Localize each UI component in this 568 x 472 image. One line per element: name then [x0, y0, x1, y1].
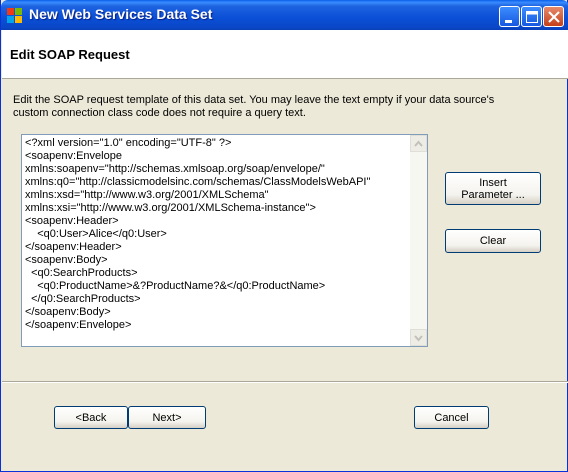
- maximize-icon: [526, 11, 538, 23]
- page-title: Edit SOAP Request: [10, 47, 130, 62]
- editor-line: </soapenv:Envelope>: [25, 319, 132, 331]
- soap-request-text[interactable]: <?xml version="1.0" encoding="UTF-8" ?> <…: [25, 137, 407, 344]
- editor-line: xmlns:xsi="http://www.w3.org/2001/XMLSch…: [25, 202, 316, 214]
- page-header: Edit SOAP Request: [2, 30, 568, 79]
- editor-line: <soapenv:Header>: [25, 215, 119, 227]
- editor-line: xmlns:xsd="http://www.w3.org/2001/XMLSch…: [25, 189, 269, 201]
- scroll-up-button[interactable]: [410, 135, 427, 152]
- back-button[interactable]: <Back: [54, 406, 128, 429]
- dialog-window: New Web Services Data Set Edit SOAP Requ…: [0, 0, 568, 472]
- footer-divider: [2, 381, 568, 383]
- scroll-up-icon: [414, 140, 423, 147]
- editor-line: xmlns:soapenv="http://schemas.xmlsoap.or…: [25, 163, 325, 175]
- window-title: New Web Services Data Set: [29, 6, 213, 22]
- editor-line: <q0:SearchProducts>: [25, 267, 138, 279]
- close-button[interactable]: [543, 6, 564, 27]
- editor-line: <soapenv:Envelope: [25, 150, 122, 162]
- editor-line: <?xml version="1.0" encoding="UTF-8" ?>: [25, 137, 232, 149]
- app-icon: [7, 8, 22, 23]
- editor-line: </soapenv:Header>: [25, 241, 122, 253]
- editor-line: xmlns:q0="http://classicmodelsinc.com/sc…: [25, 176, 371, 188]
- description-line-2: custom connection class code does not re…: [13, 107, 306, 119]
- next-button[interactable]: Next>: [128, 406, 206, 429]
- clear-button[interactable]: Clear: [445, 229, 541, 253]
- description-line-1: Edit the SOAP request template of this d…: [13, 94, 495, 106]
- minimize-button[interactable]: [499, 6, 520, 27]
- description-text: Edit the SOAP request template of this d…: [13, 94, 553, 120]
- editor-line: </q0:SearchProducts>: [25, 293, 141, 305]
- maximize-button[interactable]: [521, 6, 542, 27]
- editor-line: <q0:ProductName>&?ProductName?&</q0:Prod…: [25, 280, 326, 292]
- minimize-icon: [505, 20, 512, 23]
- cancel-button[interactable]: Cancel: [414, 406, 489, 429]
- editor-line: <soapenv:Body>: [25, 254, 108, 266]
- vertical-scrollbar[interactable]: [410, 135, 427, 346]
- scroll-down-icon: [414, 335, 423, 342]
- scroll-down-button[interactable]: [410, 329, 427, 346]
- editor-line: </soapenv:Body>: [25, 306, 111, 318]
- close-icon: [548, 11, 560, 23]
- editor-line: <q0:User>Alice</q0:User>: [25, 228, 167, 240]
- soap-request-editor[interactable]: <?xml version="1.0" encoding="UTF-8" ?> <…: [21, 134, 428, 347]
- title-bar[interactable]: New Web Services Data Set: [1, 0, 568, 30]
- insert-parameter-button[interactable]: Insert Parameter ...: [445, 172, 541, 205]
